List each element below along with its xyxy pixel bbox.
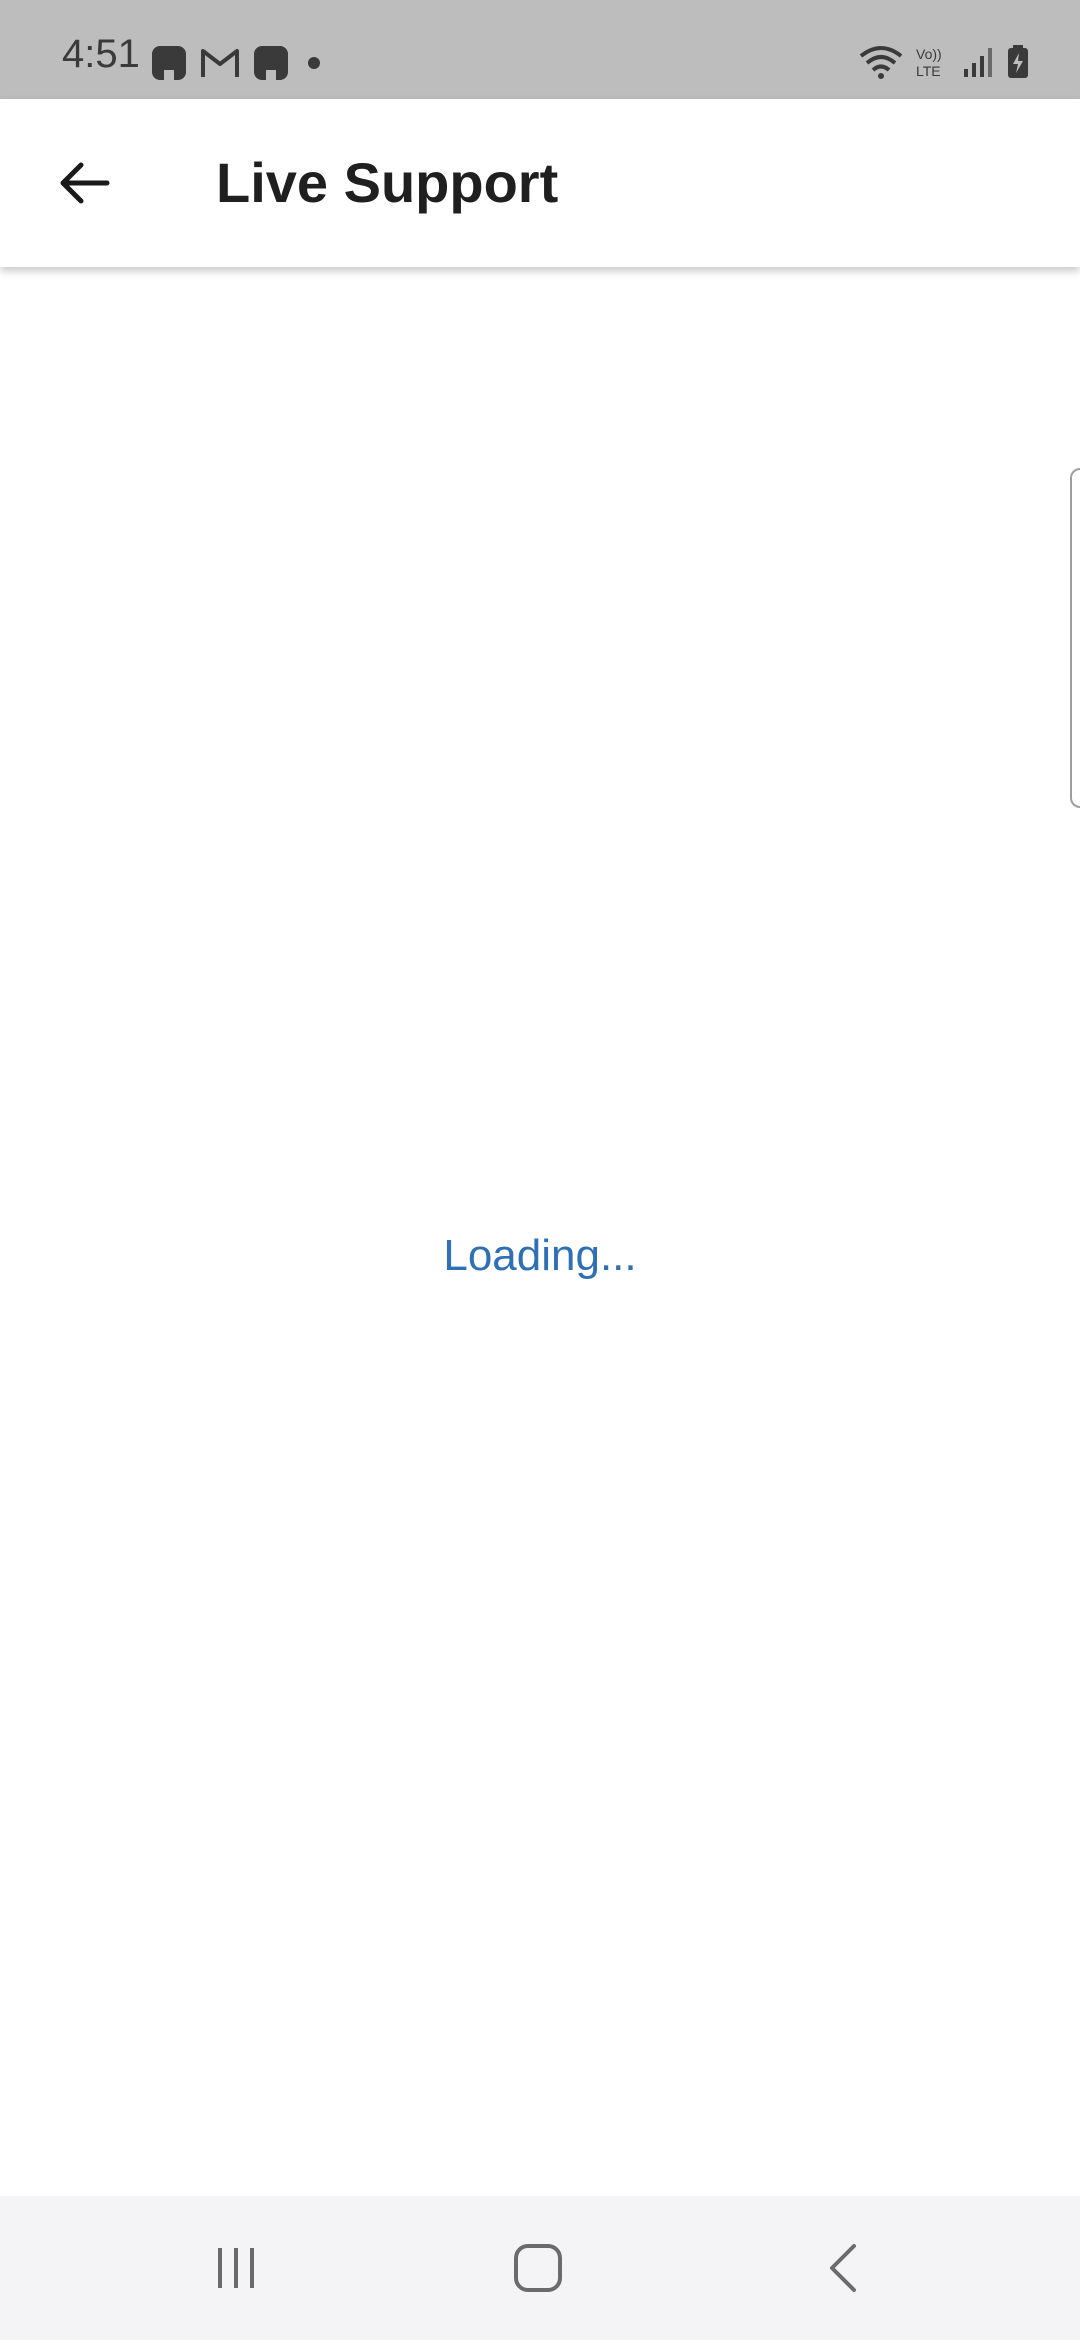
notification-app-icon bbox=[152, 46, 186, 80]
svg-text:LTE: LTE bbox=[916, 63, 941, 79]
edge-panel-handle[interactable] bbox=[1070, 468, 1080, 808]
page-title: Live Support bbox=[216, 151, 559, 214]
loading-indicator: Loading... bbox=[443, 1231, 637, 1280]
system-nav-bar bbox=[0, 2196, 1080, 2340]
svg-text:Vo)): Vo)) bbox=[916, 46, 942, 62]
recents-button[interactable] bbox=[186, 2218, 286, 2318]
nav-back-button[interactable] bbox=[792, 2218, 892, 2318]
status-left-icons bbox=[150, 44, 326, 82]
back-button[interactable] bbox=[40, 139, 128, 227]
battery-charging-icon bbox=[1008, 45, 1028, 78]
app-bar: Live Support bbox=[0, 99, 1080, 267]
signal-icon bbox=[964, 48, 992, 77]
arrow-left-icon bbox=[60, 162, 110, 204]
web-content: Loading... bbox=[0, 267, 1080, 2196]
back-icon bbox=[830, 2244, 856, 2292]
notification-app-icon-2 bbox=[254, 46, 288, 80]
gmail-icon bbox=[201, 49, 239, 77]
volte-icon: Vo)) LTE bbox=[916, 46, 942, 79]
recents-icon bbox=[218, 2248, 254, 2288]
wifi-icon bbox=[859, 46, 903, 79]
status-time: 4:51 bbox=[62, 32, 140, 76]
dot-icon bbox=[308, 57, 320, 69]
status-bar: 4:51 Vo)) LTE bbox=[0, 0, 1080, 99]
home-icon bbox=[514, 2244, 562, 2292]
status-right-icons: Vo)) LTE bbox=[858, 44, 1030, 80]
home-button[interactable] bbox=[488, 2218, 588, 2318]
